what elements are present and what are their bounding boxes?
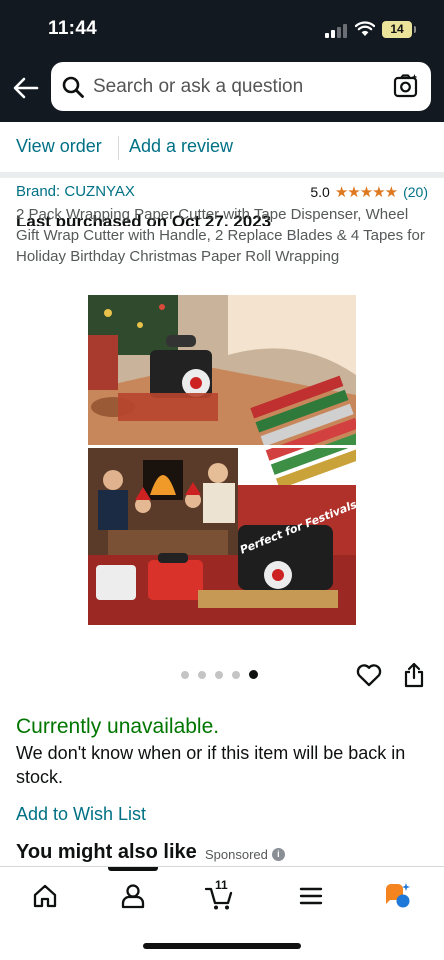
pager-dot[interactable] (198, 670, 206, 679)
availability-status: Currently unavailable. (16, 715, 220, 738)
status-time: 11:44 (48, 18, 98, 39)
battery-icon: 14 (382, 21, 416, 38)
info-icon[interactable]: i (271, 848, 285, 861)
menu-icon[interactable] (296, 881, 326, 911)
order-links: View order Add a review (0, 122, 444, 174)
availability-message: We don't know when or if this item will … (16, 743, 406, 787)
pager-dot[interactable] (215, 670, 223, 679)
heart-icon[interactable] (356, 662, 382, 688)
product-image[interactable]: Perfect for Festivals (88, 295, 356, 625)
status-bar: 11:44 14 (0, 0, 444, 56)
star-rating-icon: ★★★★★ (334, 184, 398, 201)
product-title: 2 Pack Wrapping Paper Cutter with Tape D… (16, 206, 425, 265)
last-purchased-row: Last purchased on Oct 27, 2023 (0, 104, 444, 226)
account-icon[interactable] (118, 881, 148, 911)
home-indicator[interactable] (143, 943, 301, 949)
sponsored-text: Sponsored (205, 847, 268, 862)
rufus-icon[interactable] (382, 881, 412, 911)
pager-dot[interactable] (181, 670, 189, 679)
pager-dot[interactable] (249, 670, 258, 679)
add-review-link[interactable]: Add a review (129, 136, 233, 157)
wifi-icon (355, 21, 375, 36)
camera-search-icon[interactable] (393, 73, 419, 99)
rating-value: 5.0 (310, 184, 330, 200)
add-to-wish-list-link[interactable]: Add to Wish List (16, 804, 146, 825)
section-divider (0, 172, 444, 178)
link-separator (118, 136, 119, 160)
search-icon (62, 76, 84, 98)
active-tab-indicator (108, 867, 158, 871)
search-input[interactable] (93, 74, 383, 100)
brand-link[interactable]: Brand: CUZNYAX (16, 183, 135, 200)
view-order-link[interactable]: View order (16, 136, 102, 157)
rating-summary[interactable]: 5.0 ★★★★★ (20) (310, 183, 428, 201)
review-count[interactable]: (20) (403, 184, 428, 200)
share-icon[interactable] (403, 662, 425, 688)
recommendations-heading: You might also like (16, 841, 197, 863)
home-icon[interactable] (30, 881, 60, 911)
cellular-signal-icon (325, 24, 347, 38)
back-arrow-icon[interactable] (12, 74, 40, 102)
sponsored-label[interactable]: Sponsored i (205, 847, 285, 862)
image-pager[interactable] (181, 670, 258, 679)
pager-dot[interactable] (232, 670, 240, 679)
cart-count-badge: 11 (215, 878, 228, 892)
